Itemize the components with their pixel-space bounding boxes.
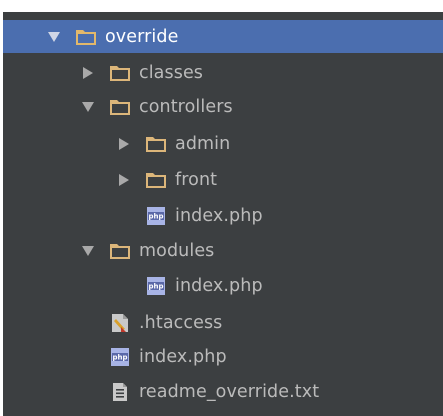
tree-node-label: classes <box>139 62 204 83</box>
expand-arrow-icon[interactable] <box>81 100 95 114</box>
folder-icon <box>109 241 131 261</box>
tree-node-label: override <box>105 26 179 47</box>
tree-node-label: index.php <box>139 346 227 367</box>
tree-node-readme-override-txt[interactable]: readme_override.txt <box>3 375 443 408</box>
folder-icon <box>109 63 131 83</box>
htaccess-file-icon <box>109 313 131 333</box>
tree-node-label: index.php <box>175 275 263 296</box>
tree-node-modules-index-php[interactable]: php index.php <box>3 269 443 302</box>
text-file-icon <box>109 382 131 402</box>
tree-node-htaccess[interactable]: .htaccess <box>3 306 443 339</box>
expand-arrow-icon[interactable] <box>47 30 61 44</box>
tree-node-admin[interactable]: admin <box>3 127 443 160</box>
folder-icon <box>145 170 167 190</box>
svg-text:php: php <box>148 282 163 290</box>
tree-node-controllers-index-php[interactable]: php index.php <box>3 199 443 232</box>
php-file-icon: php <box>145 276 167 296</box>
tree-node-index-php[interactable]: php index.php <box>3 340 443 373</box>
collapsed-arrow-icon[interactable] <box>81 66 95 80</box>
tree-node-label: .htaccess <box>139 312 223 333</box>
tree-node-label: admin <box>175 133 231 154</box>
folder-icon <box>109 97 131 117</box>
collapsed-arrow-icon[interactable] <box>117 137 131 151</box>
php-file-icon: php <box>145 206 167 226</box>
expand-arrow-icon[interactable] <box>81 244 95 258</box>
tree-node-label: front <box>175 169 218 190</box>
tree-node-classes[interactable]: classes <box>3 56 443 89</box>
tree-node-front[interactable]: front <box>3 163 443 196</box>
project-tree-panel: override classes controllers admin front… <box>3 12 443 416</box>
php-file-icon: php <box>109 347 131 367</box>
collapsed-arrow-icon[interactable] <box>117 173 131 187</box>
svg-text:php: php <box>148 212 163 220</box>
tree-node-label: modules <box>139 240 215 261</box>
folder-icon <box>75 27 97 47</box>
tree-node-label: index.php <box>175 205 263 226</box>
tree-node-label: controllers <box>139 96 233 117</box>
tree-node-controllers[interactable]: controllers <box>3 90 443 123</box>
tree-node-override[interactable]: override <box>3 20 443 53</box>
folder-icon <box>145 134 167 154</box>
tree-node-modules[interactable]: modules <box>3 234 443 267</box>
svg-text:php: php <box>112 353 127 361</box>
tree-node-label: readme_override.txt <box>139 381 320 402</box>
